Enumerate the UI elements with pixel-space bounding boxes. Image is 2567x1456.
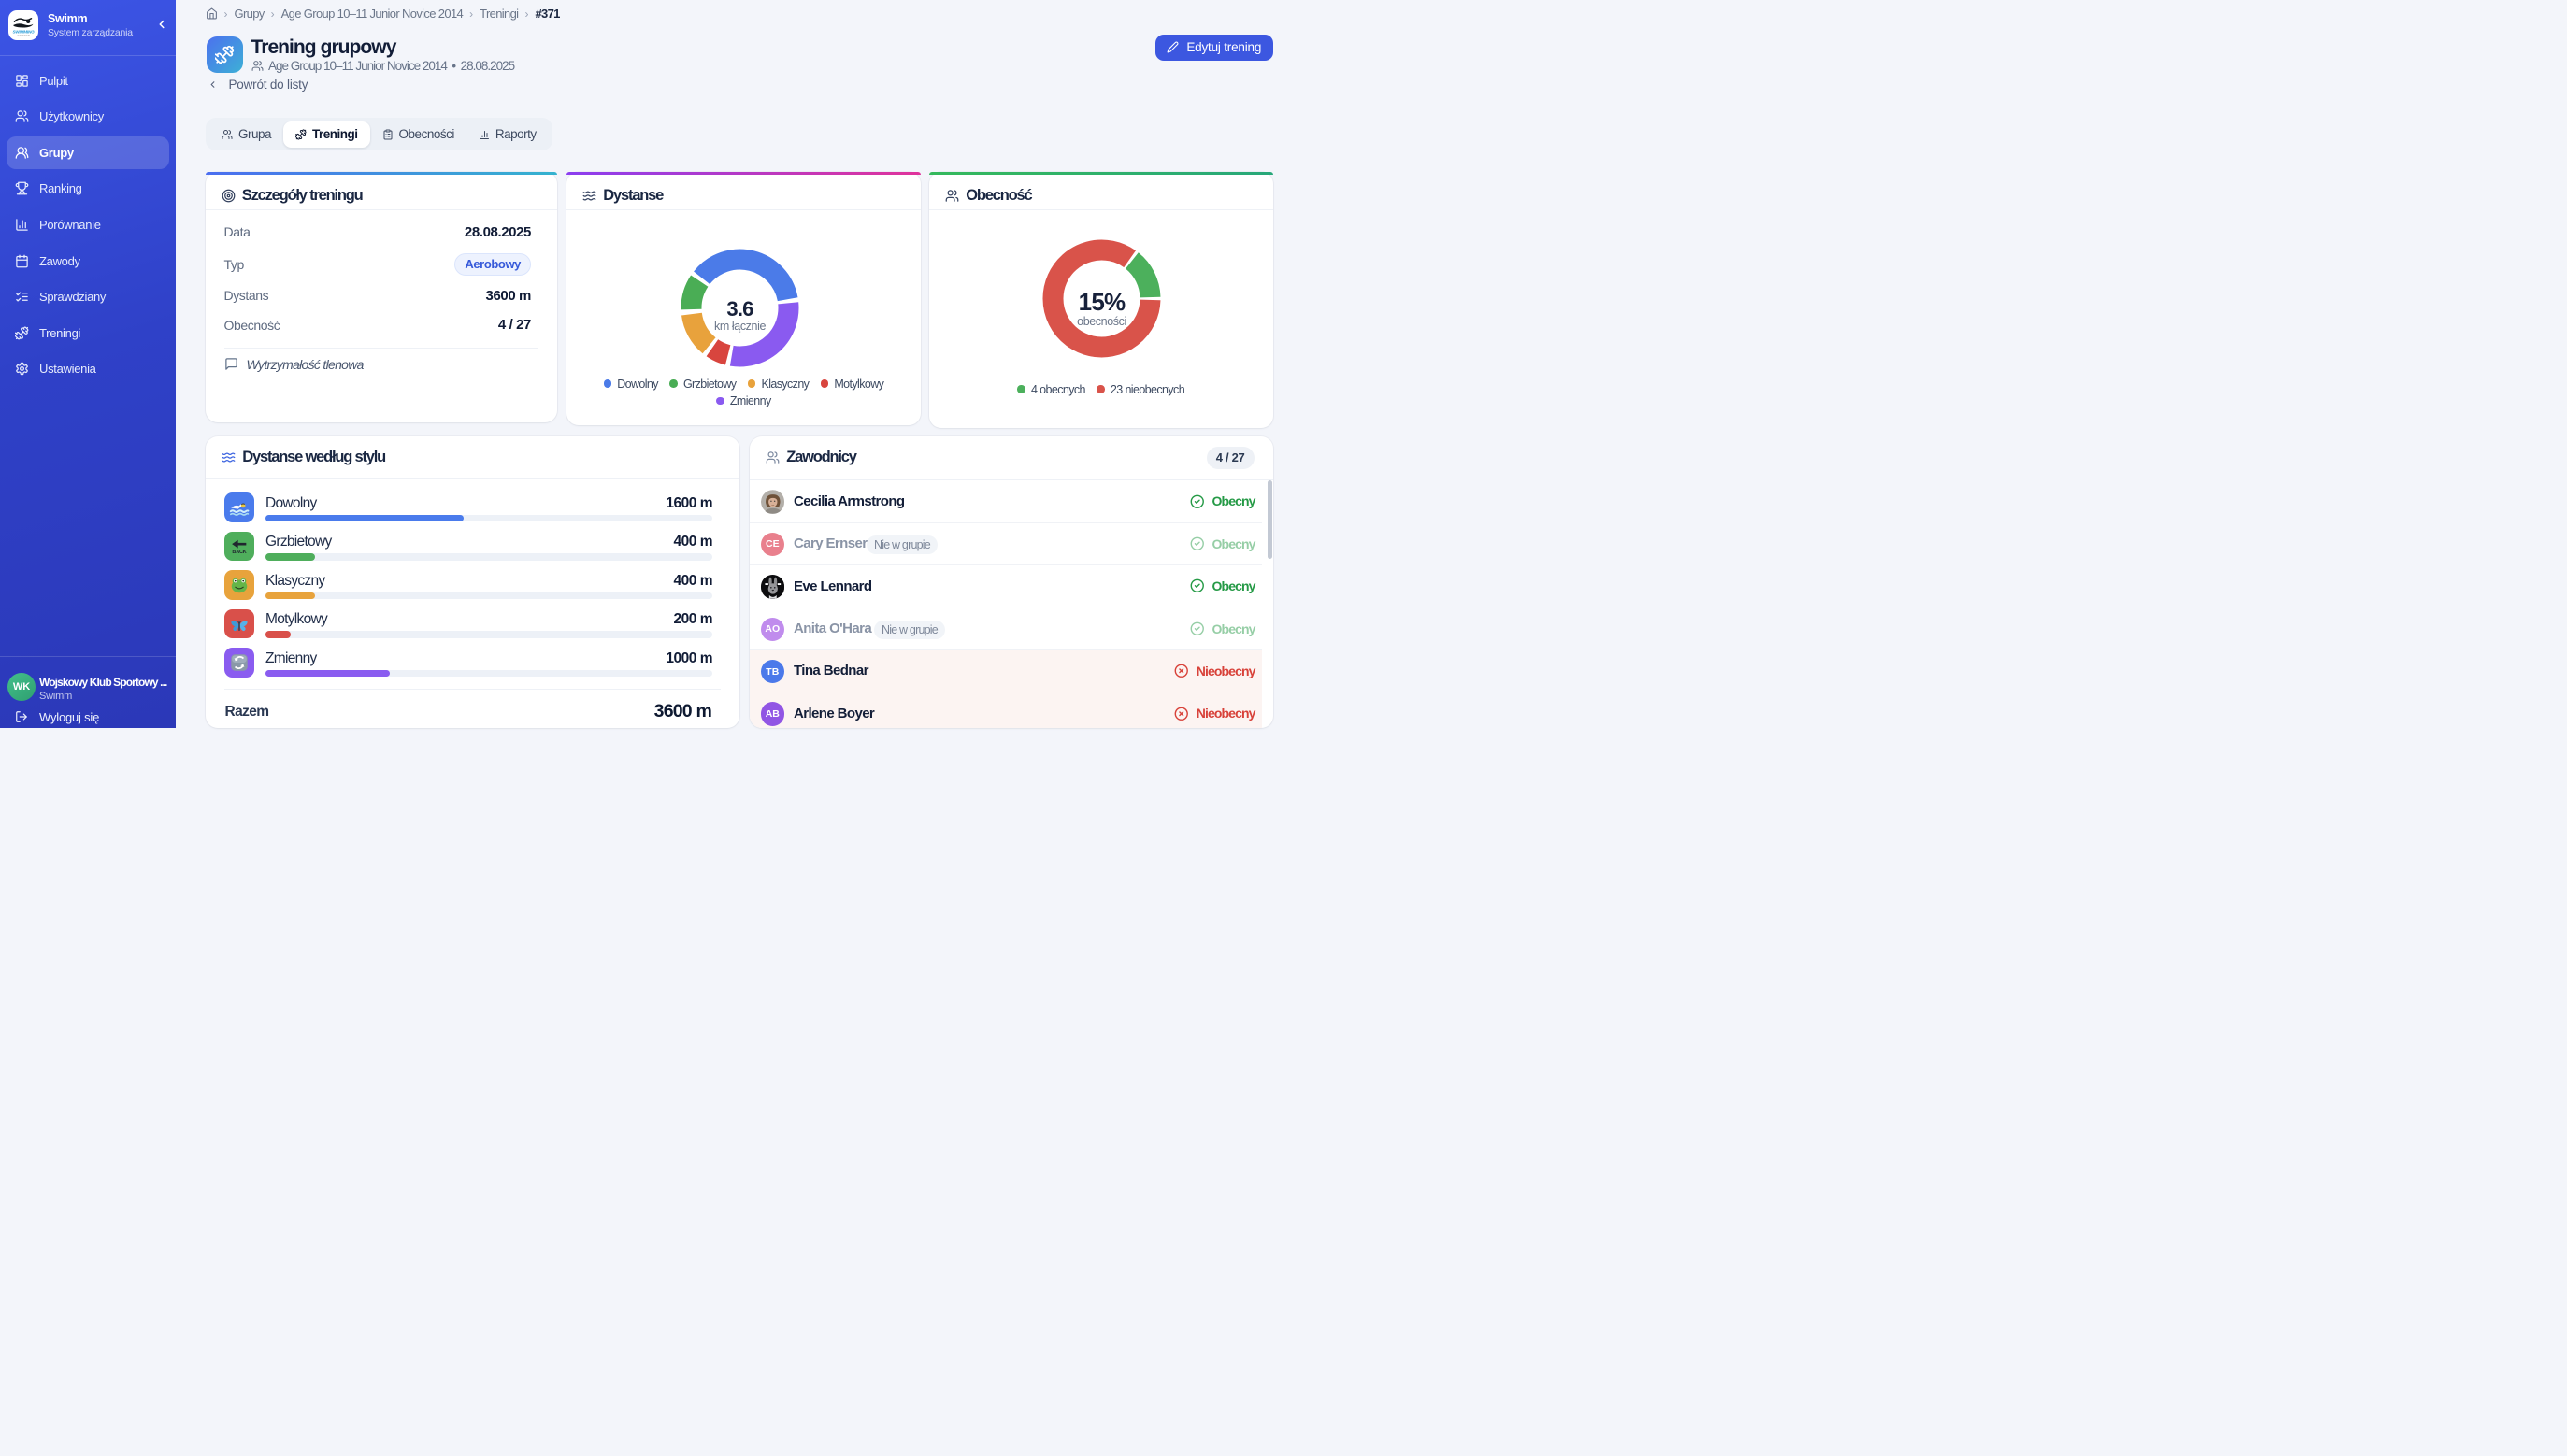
svg-text:CHAMPIONSHIP: CHAMPIONSHIP	[17, 35, 30, 37]
svg-text:BACK: BACK	[232, 550, 246, 555]
svg-text:SWIMMING: SWIMMING	[13, 30, 36, 35]
